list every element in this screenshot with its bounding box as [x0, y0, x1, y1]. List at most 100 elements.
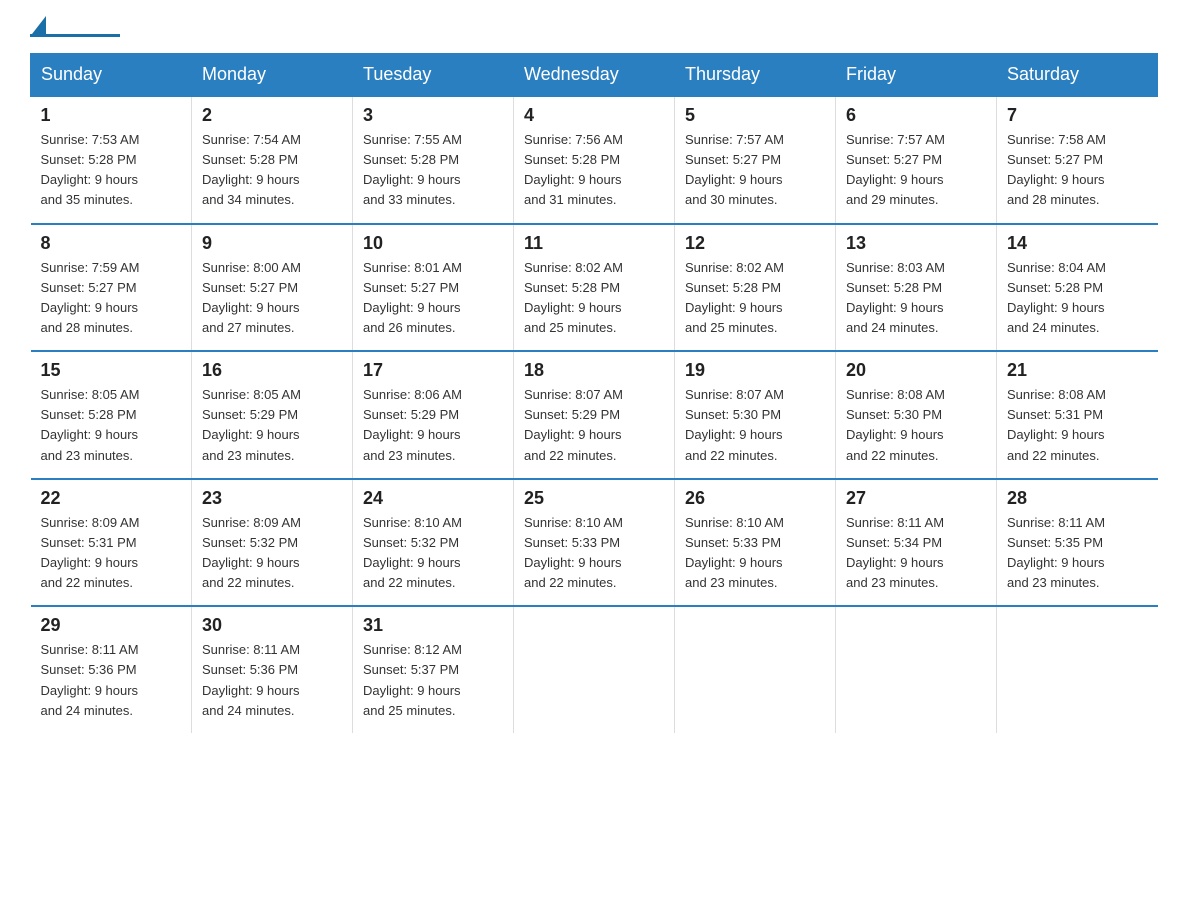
- calendar-cell: 20 Sunrise: 8:08 AMSunset: 5:30 PMDaylig…: [836, 351, 997, 479]
- day-number: 1: [41, 105, 182, 126]
- day-number: 27: [846, 488, 986, 509]
- day-number: 25: [524, 488, 664, 509]
- calendar-cell: 29 Sunrise: 8:11 AMSunset: 5:36 PMDaylig…: [31, 606, 192, 733]
- day-info: Sunrise: 8:12 AMSunset: 5:37 PMDaylight:…: [363, 642, 462, 717]
- calendar-cell: 30 Sunrise: 8:11 AMSunset: 5:36 PMDaylig…: [192, 606, 353, 733]
- calendar-cell: 25 Sunrise: 8:10 AMSunset: 5:33 PMDaylig…: [514, 479, 675, 607]
- day-info: Sunrise: 8:05 AMSunset: 5:28 PMDaylight:…: [41, 387, 140, 462]
- calendar-cell: 2 Sunrise: 7:54 AMSunset: 5:28 PMDayligh…: [192, 96, 353, 224]
- day-info: Sunrise: 7:57 AMSunset: 5:27 PMDaylight:…: [685, 132, 784, 207]
- day-info: Sunrise: 8:11 AMSunset: 5:36 PMDaylight:…: [41, 642, 139, 717]
- calendar-cell: 1 Sunrise: 7:53 AMSunset: 5:28 PMDayligh…: [31, 96, 192, 224]
- day-info: Sunrise: 8:07 AMSunset: 5:29 PMDaylight:…: [524, 387, 623, 462]
- calendar-cell: 11 Sunrise: 8:02 AMSunset: 5:28 PMDaylig…: [514, 224, 675, 352]
- calendar-cell: 12 Sunrise: 8:02 AMSunset: 5:28 PMDaylig…: [675, 224, 836, 352]
- day-number: 28: [1007, 488, 1148, 509]
- day-info: Sunrise: 7:56 AMSunset: 5:28 PMDaylight:…: [524, 132, 623, 207]
- header-wednesday: Wednesday: [514, 54, 675, 97]
- day-info: Sunrise: 7:57 AMSunset: 5:27 PMDaylight:…: [846, 132, 945, 207]
- day-number: 13: [846, 233, 986, 254]
- calendar-cell: 8 Sunrise: 7:59 AMSunset: 5:27 PMDayligh…: [31, 224, 192, 352]
- day-number: 14: [1007, 233, 1148, 254]
- day-number: 17: [363, 360, 503, 381]
- day-info: Sunrise: 8:08 AMSunset: 5:31 PMDaylight:…: [1007, 387, 1106, 462]
- logo: [30, 20, 120, 37]
- day-info: Sunrise: 8:09 AMSunset: 5:31 PMDaylight:…: [41, 515, 140, 590]
- calendar-cell: 9 Sunrise: 8:00 AMSunset: 5:27 PMDayligh…: [192, 224, 353, 352]
- day-number: 23: [202, 488, 342, 509]
- calendar-week-row: 22 Sunrise: 8:09 AMSunset: 5:31 PMDaylig…: [31, 479, 1158, 607]
- day-number: 12: [685, 233, 825, 254]
- header-saturday: Saturday: [997, 54, 1158, 97]
- calendar-cell: 16 Sunrise: 8:05 AMSunset: 5:29 PMDaylig…: [192, 351, 353, 479]
- header-sunday: Sunday: [31, 54, 192, 97]
- day-info: Sunrise: 8:10 AMSunset: 5:33 PMDaylight:…: [524, 515, 623, 590]
- day-number: 5: [685, 105, 825, 126]
- day-number: 4: [524, 105, 664, 126]
- calendar-cell: 6 Sunrise: 7:57 AMSunset: 5:27 PMDayligh…: [836, 96, 997, 224]
- calendar-cell: 23 Sunrise: 8:09 AMSunset: 5:32 PMDaylig…: [192, 479, 353, 607]
- calendar-cell: 21 Sunrise: 8:08 AMSunset: 5:31 PMDaylig…: [997, 351, 1158, 479]
- calendar-cell: [997, 606, 1158, 733]
- calendar-week-row: 15 Sunrise: 8:05 AMSunset: 5:28 PMDaylig…: [31, 351, 1158, 479]
- day-number: 11: [524, 233, 664, 254]
- day-number: 19: [685, 360, 825, 381]
- header-monday: Monday: [192, 54, 353, 97]
- day-number: 20: [846, 360, 986, 381]
- day-info: Sunrise: 8:09 AMSunset: 5:32 PMDaylight:…: [202, 515, 301, 590]
- logo-triangle-icon: [32, 16, 46, 34]
- day-info: Sunrise: 8:07 AMSunset: 5:30 PMDaylight:…: [685, 387, 784, 462]
- calendar-cell: 3 Sunrise: 7:55 AMSunset: 5:28 PMDayligh…: [353, 96, 514, 224]
- calendar-cell: 15 Sunrise: 8:05 AMSunset: 5:28 PMDaylig…: [31, 351, 192, 479]
- calendar-cell: 14 Sunrise: 8:04 AMSunset: 5:28 PMDaylig…: [997, 224, 1158, 352]
- calendar-cell: 27 Sunrise: 8:11 AMSunset: 5:34 PMDaylig…: [836, 479, 997, 607]
- day-number: 21: [1007, 360, 1148, 381]
- calendar-cell: 4 Sunrise: 7:56 AMSunset: 5:28 PMDayligh…: [514, 96, 675, 224]
- calendar-cell: 10 Sunrise: 8:01 AMSunset: 5:27 PMDaylig…: [353, 224, 514, 352]
- calendar-cell: 19 Sunrise: 8:07 AMSunset: 5:30 PMDaylig…: [675, 351, 836, 479]
- day-number: 18: [524, 360, 664, 381]
- calendar-cell: 22 Sunrise: 8:09 AMSunset: 5:31 PMDaylig…: [31, 479, 192, 607]
- day-number: 26: [685, 488, 825, 509]
- day-info: Sunrise: 7:53 AMSunset: 5:28 PMDaylight:…: [41, 132, 140, 207]
- day-info: Sunrise: 8:11 AMSunset: 5:34 PMDaylight:…: [846, 515, 944, 590]
- day-info: Sunrise: 8:11 AMSunset: 5:35 PMDaylight:…: [1007, 515, 1105, 590]
- calendar-cell: 13 Sunrise: 8:03 AMSunset: 5:28 PMDaylig…: [836, 224, 997, 352]
- calendar-cell: 31 Sunrise: 8:12 AMSunset: 5:37 PMDaylig…: [353, 606, 514, 733]
- calendar-cell: [836, 606, 997, 733]
- day-number: 16: [202, 360, 342, 381]
- header-tuesday: Tuesday: [353, 54, 514, 97]
- calendar-cell: [514, 606, 675, 733]
- calendar-week-row: 8 Sunrise: 7:59 AMSunset: 5:27 PMDayligh…: [31, 224, 1158, 352]
- day-info: Sunrise: 8:03 AMSunset: 5:28 PMDaylight:…: [846, 260, 945, 335]
- day-number: 8: [41, 233, 182, 254]
- day-info: Sunrise: 8:01 AMSunset: 5:27 PMDaylight:…: [363, 260, 462, 335]
- logo-underline: [30, 34, 120, 37]
- day-info: Sunrise: 7:54 AMSunset: 5:28 PMDaylight:…: [202, 132, 301, 207]
- calendar-cell: 7 Sunrise: 7:58 AMSunset: 5:27 PMDayligh…: [997, 96, 1158, 224]
- day-info: Sunrise: 7:58 AMSunset: 5:27 PMDaylight:…: [1007, 132, 1106, 207]
- day-number: 6: [846, 105, 986, 126]
- calendar-header-row: SundayMondayTuesdayWednesdayThursdayFrid…: [31, 54, 1158, 97]
- day-info: Sunrise: 8:06 AMSunset: 5:29 PMDaylight:…: [363, 387, 462, 462]
- calendar-cell: 18 Sunrise: 8:07 AMSunset: 5:29 PMDaylig…: [514, 351, 675, 479]
- day-number: 29: [41, 615, 182, 636]
- calendar-table: SundayMondayTuesdayWednesdayThursdayFrid…: [30, 53, 1158, 733]
- calendar-cell: 28 Sunrise: 8:11 AMSunset: 5:35 PMDaylig…: [997, 479, 1158, 607]
- page-header: [30, 20, 1158, 37]
- header-friday: Friday: [836, 54, 997, 97]
- day-info: Sunrise: 8:02 AMSunset: 5:28 PMDaylight:…: [685, 260, 784, 335]
- day-number: 3: [363, 105, 503, 126]
- day-info: Sunrise: 8:04 AMSunset: 5:28 PMDaylight:…: [1007, 260, 1106, 335]
- calendar-cell: 17 Sunrise: 8:06 AMSunset: 5:29 PMDaylig…: [353, 351, 514, 479]
- day-info: Sunrise: 8:10 AMSunset: 5:33 PMDaylight:…: [685, 515, 784, 590]
- calendar-week-row: 29 Sunrise: 8:11 AMSunset: 5:36 PMDaylig…: [31, 606, 1158, 733]
- day-info: Sunrise: 8:02 AMSunset: 5:28 PMDaylight:…: [524, 260, 623, 335]
- day-number: 2: [202, 105, 342, 126]
- day-info: Sunrise: 8:08 AMSunset: 5:30 PMDaylight:…: [846, 387, 945, 462]
- day-number: 31: [363, 615, 503, 636]
- day-number: 9: [202, 233, 342, 254]
- calendar-cell: 5 Sunrise: 7:57 AMSunset: 5:27 PMDayligh…: [675, 96, 836, 224]
- day-number: 24: [363, 488, 503, 509]
- day-info: Sunrise: 7:55 AMSunset: 5:28 PMDaylight:…: [363, 132, 462, 207]
